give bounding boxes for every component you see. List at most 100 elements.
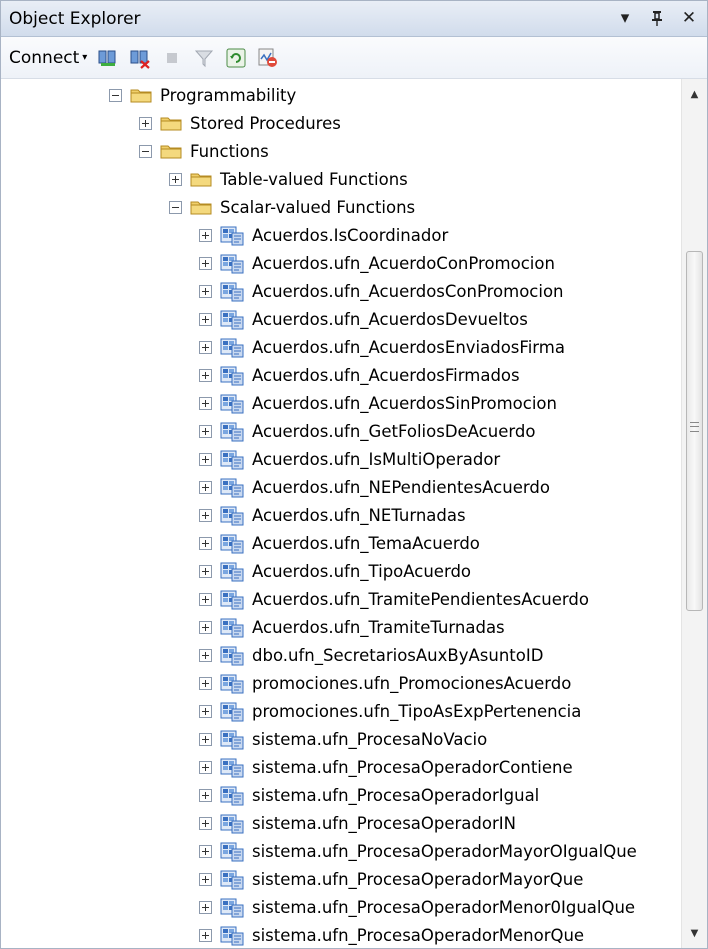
close-icon[interactable]: ✕ [679, 7, 699, 29]
tree-node-function[interactable]: sistema.ufn_ProcesaNoVacio [199, 725, 487, 753]
tree-node-function[interactable]: Acuerdos.ufn_NEPendientesAcuerdo [199, 473, 550, 501]
tree-node-function[interactable]: sistema.ufn_ProcesaOperadorMenorQue [199, 921, 585, 948]
tree-node-function[interactable]: sistema.ufn_ProcesaOperadorMayorQue [199, 865, 583, 893]
tree-node-function[interactable]: Acuerdos.ufn_AcuerdoConPromocion [199, 249, 555, 277]
tree-node-label: Acuerdos.ufn_NETurnadas [252, 505, 466, 525]
scalar-function-icon [220, 672, 244, 694]
tree-node-label: Acuerdos.ufn_AcuerdosSinPromocion [252, 393, 557, 413]
tree-node-function[interactable]: dbo.ufn_SecretariosAuxByAsuntoID [199, 641, 543, 669]
tree-node-function[interactable]: Acuerdos.ufn_IsMultiOperador [199, 445, 500, 473]
connect-object-explorer-icon[interactable] [97, 47, 119, 69]
tree-node-function[interactable]: sistema.ufn_ProcesaOperadorContiene [199, 753, 573, 781]
tree-node-function[interactable]: Acuerdos.ufn_AcuerdosFirmados [199, 361, 520, 389]
expand-icon[interactable] [199, 928, 212, 942]
tree-node-function[interactable]: Acuerdos.ufn_TramitePendientesAcuerdo [199, 585, 589, 613]
tree-node-label: sistema.ufn_ProcesaNoVacio [252, 729, 488, 749]
expand-icon[interactable] [199, 872, 212, 886]
expand-icon[interactable] [199, 844, 212, 858]
scalar-function-icon [220, 224, 244, 246]
scalar-function-icon [220, 812, 244, 834]
expand-icon[interactable] [199, 760, 212, 774]
window-position-dropdown-icon[interactable]: ▾ [615, 7, 635, 29]
tree-node-label: sistema.ufn_ProcesaOperadorMenorQue [252, 925, 585, 945]
filter-icon[interactable] [193, 47, 215, 69]
scalar-function-icon [220, 280, 244, 302]
tree-node-function[interactable]: promociones.ufn_TipoAsExpPertenencia [199, 697, 581, 725]
tree-node-function[interactable]: sistema.ufn_ProcesaOperadorIN [199, 809, 516, 837]
tree-node-stored-procedures[interactable]: Stored Procedures [139, 109, 341, 137]
scalar-function-icon [220, 336, 244, 358]
expand-icon[interactable] [169, 172, 182, 186]
scalar-function-icon [220, 644, 244, 666]
scalar-function-icon [220, 420, 244, 442]
expand-icon[interactable] [139, 116, 152, 130]
expand-icon[interactable] [199, 228, 212, 242]
expand-icon[interactable] [199, 676, 212, 690]
scalar-function-icon [220, 784, 244, 806]
tree-node-function[interactable]: Acuerdos.ufn_AcuerdosSinPromocion [199, 389, 557, 417]
expand-icon[interactable] [199, 816, 212, 830]
scrollbar-thumb[interactable] [686, 251, 703, 611]
scroll-up-icon[interactable]: ▲ [682, 83, 707, 105]
expand-icon[interactable] [199, 788, 212, 802]
tree-node-function[interactable]: sistema.ufn_ProcesaOperadorMayorOIgualQu… [199, 837, 637, 865]
tree-node-function[interactable]: Acuerdos.ufn_AcuerdosEnviadosFirma [199, 333, 565, 361]
expand-icon[interactable] [199, 424, 212, 438]
expand-icon[interactable] [199, 368, 212, 382]
tree-node-function[interactable]: Acuerdos.ufn_GetFoliosDeAcuerdo [199, 417, 535, 445]
expand-icon[interactable] [199, 536, 212, 550]
expand-icon[interactable] [199, 648, 212, 662]
object-explorer-tree: Programmability Stored Procedures Functi… [1, 79, 681, 948]
expand-icon[interactable] [199, 256, 212, 270]
expand-icon[interactable] [199, 480, 212, 494]
expand-icon[interactable] [199, 396, 212, 410]
vertical-scrollbar[interactable]: ▲ ▼ [681, 79, 707, 948]
expand-icon[interactable] [199, 312, 212, 326]
expand-icon[interactable] [199, 284, 212, 298]
tree-node-function[interactable]: sistema.ufn_ProcesaOperadorMenor0IgualQu… [199, 893, 635, 921]
tree-node-function[interactable]: sistema.ufn_ProcesaOperadorIgual [199, 781, 539, 809]
scalar-function-icon [220, 532, 244, 554]
connect-label: Connect [9, 47, 80, 68]
tree-node-function[interactable]: Acuerdos.IsCoordinador [199, 221, 448, 249]
auto-hide-pin-icon[interactable] [647, 7, 667, 29]
expand-icon[interactable] [199, 620, 212, 634]
expand-icon[interactable] [199, 900, 212, 914]
expand-icon[interactable] [199, 592, 212, 606]
tree-node-scalar-valued-functions[interactable]: Scalar-valued Functions [169, 193, 415, 221]
tree-node-label: Programmability [160, 85, 297, 105]
tree-node-function[interactable]: promociones.ufn_PromocionesAcuerdo [199, 669, 571, 697]
tree-node-function[interactable]: Acuerdos.ufn_AcuerdosConPromocion [199, 277, 564, 305]
expand-icon[interactable] [199, 452, 212, 466]
folder-icon [160, 145, 182, 159]
activity-monitor-icon[interactable] [257, 47, 279, 69]
expand-icon[interactable] [199, 732, 212, 746]
scroll-down-icon[interactable]: ▼ [682, 922, 707, 944]
collapse-icon[interactable] [109, 88, 122, 102]
expand-icon[interactable] [199, 704, 212, 718]
refresh-icon[interactable] [225, 47, 247, 69]
disconnect-icon[interactable] [129, 47, 151, 69]
scalar-function-icon [220, 728, 244, 750]
scalar-function-icon [220, 896, 244, 918]
expand-icon[interactable] [199, 564, 212, 578]
stop-icon[interactable] [161, 47, 183, 69]
tree-node-label: Acuerdos.ufn_TramitePendientesAcuerdo [252, 589, 589, 609]
tree-node-functions[interactable]: Functions [139, 137, 269, 165]
collapse-icon[interactable] [139, 144, 152, 158]
tree-node-function[interactable]: Acuerdos.ufn_NETurnadas [199, 501, 466, 529]
tree-node-function[interactable]: Acuerdos.ufn_TramiteTurnadas [199, 613, 505, 641]
tree-node-function[interactable]: Acuerdos.ufn_TemaAcuerdo [199, 529, 480, 557]
tree-node-label: Stored Procedures [190, 113, 341, 133]
collapse-icon[interactable] [169, 200, 182, 214]
toolbar: Connect ▾ [1, 37, 707, 79]
tree-node-label: Acuerdos.ufn_AcuerdosDevueltos [252, 309, 528, 329]
tree-node-programmability[interactable]: Programmability [109, 81, 296, 109]
tree-node-function[interactable]: Acuerdos.ufn_TipoAcuerdo [199, 557, 471, 585]
tree-node-function[interactable]: Acuerdos.ufn_AcuerdosDevueltos [199, 305, 528, 333]
expand-icon[interactable] [199, 340, 212, 354]
tree-node-table-valued-functions[interactable]: Table-valued Functions [169, 165, 408, 193]
expand-icon[interactable] [199, 508, 212, 522]
connect-button[interactable]: Connect ▾ [9, 48, 87, 68]
folder-icon [160, 117, 182, 131]
